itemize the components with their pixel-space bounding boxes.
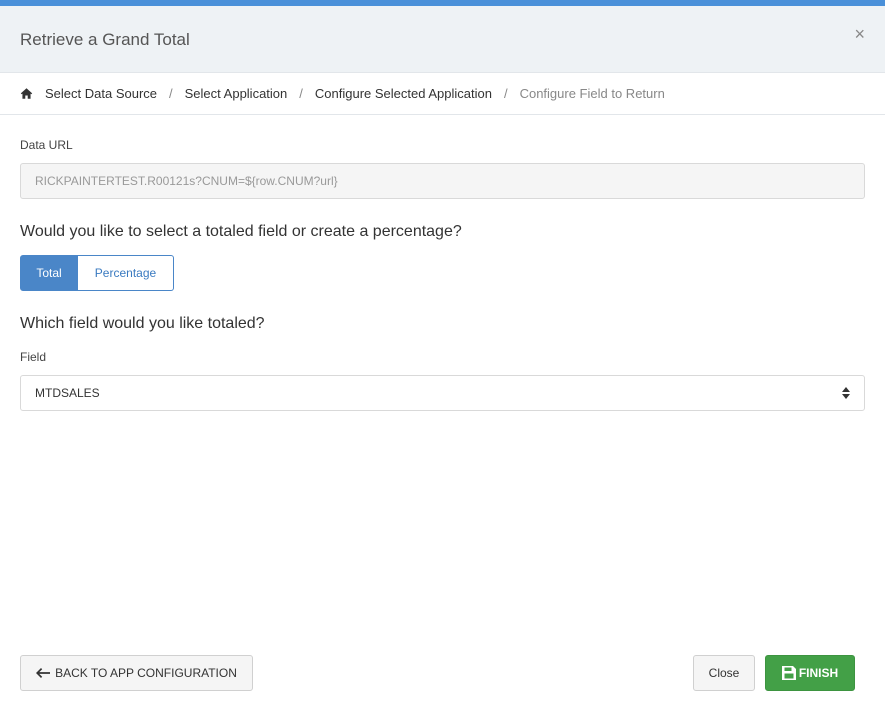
breadcrumb-separator: / bbox=[169, 86, 173, 101]
breadcrumb-item-select-data-source[interactable]: Select Data Source bbox=[45, 86, 157, 101]
arrow-left-icon bbox=[36, 668, 51, 678]
field-label: Field bbox=[20, 350, 47, 364]
finish-button[interactable]: FINISH bbox=[765, 655, 855, 691]
close-icon[interactable]: × bbox=[854, 25, 865, 43]
mode-question: Would you like to select a totaled field… bbox=[20, 223, 462, 240]
data-url-label: Data URL bbox=[20, 138, 73, 152]
save-icon bbox=[781, 666, 796, 680]
breadcrumb-separator: / bbox=[503, 86, 508, 101]
home-icon[interactable] bbox=[20, 87, 33, 100]
breadcrumb-item-select-application[interactable]: Select Application bbox=[185, 86, 288, 101]
back-button-label: BACK TO APP CONFIGURATION bbox=[55, 666, 237, 680]
total-toggle-button[interactable]: Total bbox=[20, 255, 78, 291]
modal-title: Retrieve a Grand Total bbox=[20, 30, 190, 49]
field-select[interactable]: MTDSALES bbox=[20, 375, 865, 411]
breadcrumb-item-configure-selected-application[interactable]: Configure Selected Application bbox=[315, 86, 492, 101]
back-to-app-configuration-button[interactable]: BACK TO APP CONFIGURATION bbox=[20, 655, 253, 691]
close-button[interactable]: Close bbox=[693, 655, 755, 691]
field-select-value: MTDSALES bbox=[35, 386, 100, 400]
finish-button-label: FINISH bbox=[798, 666, 839, 680]
percentage-toggle-button[interactable]: Percentage bbox=[78, 255, 174, 291]
breadcrumb: Select Data Source / Select Application … bbox=[0, 73, 885, 115]
sort-icon bbox=[842, 387, 850, 399]
breadcrumb-separator: / bbox=[299, 86, 303, 101]
modal-header: Retrieve a Grand Total × bbox=[0, 6, 885, 73]
mode-toggle-group: Total Percentage bbox=[20, 255, 174, 291]
breadcrumb-item-configure-field-to-return: Configure Field to Return bbox=[519, 86, 665, 101]
data-url-input[interactable] bbox=[20, 163, 865, 199]
field-question: Which field would you like totaled? bbox=[20, 315, 265, 332]
